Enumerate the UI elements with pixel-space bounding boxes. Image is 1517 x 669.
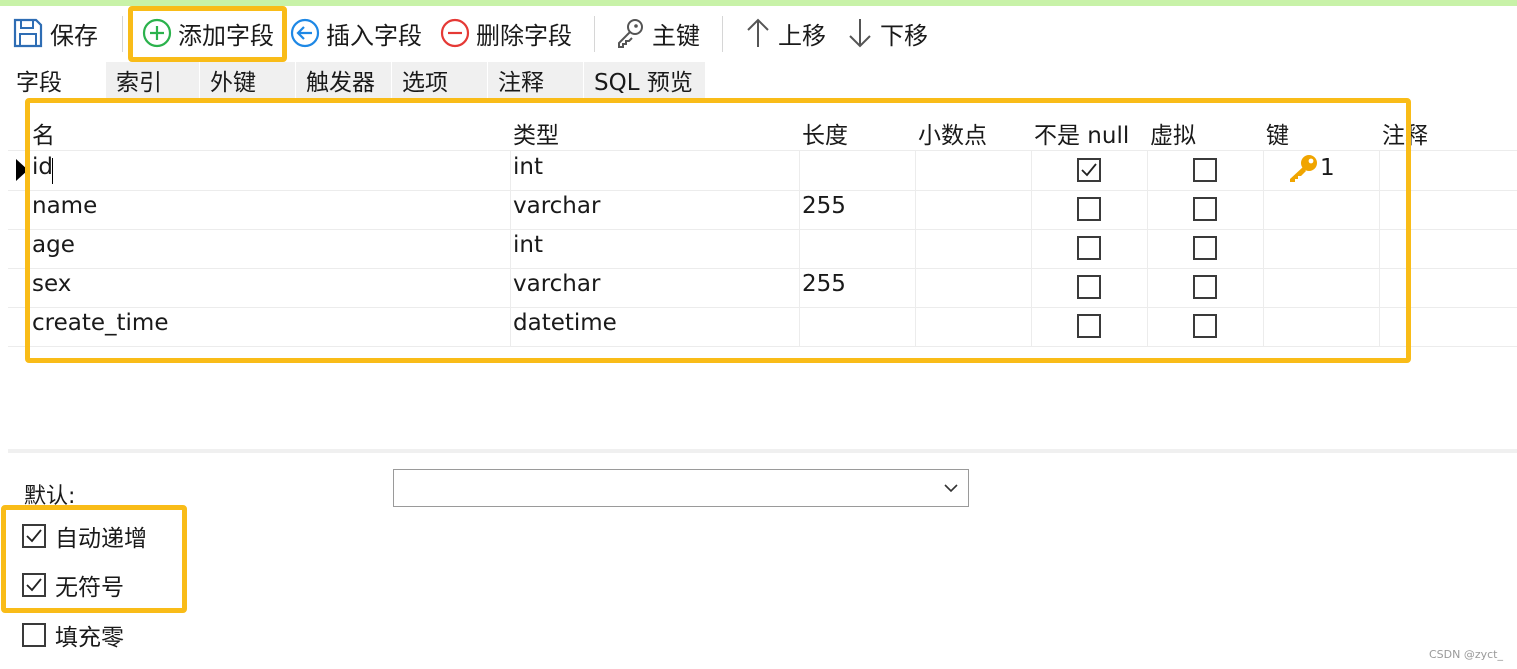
insert-icon	[290, 18, 320, 48]
insert-field-label: 插入字段	[326, 21, 422, 50]
highlight-fields-grid	[25, 98, 1411, 363]
highlight-options	[1, 505, 187, 613]
tab-comment[interactable]: 注释	[488, 62, 584, 98]
primary-key-label: 主键	[652, 21, 700, 50]
save-icon	[13, 18, 43, 48]
zerofill-checkbox[interactable]	[22, 623, 46, 647]
save-button[interactable]: 保存	[12, 12, 98, 54]
tab-options[interactable]: 选项	[392, 62, 488, 98]
toolbar-separator	[722, 16, 723, 52]
delete-icon	[440, 18, 470, 48]
tab-label: 注释	[498, 70, 544, 96]
primary-key-button[interactable]: 主键	[614, 12, 700, 54]
key-icon	[618, 19, 643, 48]
tab-foreign-keys[interactable]: 外键	[200, 62, 296, 98]
tab-bar: 字段 索引 外键 触发器 选项 注释 SQL 预览	[0, 60, 1517, 100]
move-up-button[interactable]: 上移	[744, 12, 826, 54]
tab-triggers[interactable]: 触发器	[296, 62, 392, 98]
tab-label: 字段	[16, 70, 62, 96]
tab-label: 外键	[210, 70, 256, 96]
arrow-down-icon	[849, 19, 871, 48]
highlight-add-field	[128, 6, 287, 62]
zerofill-label: 填充零	[55, 625, 124, 651]
panel-divider[interactable]	[8, 449, 1517, 453]
arrow-up-icon	[747, 18, 769, 47]
toolbar-separator	[122, 16, 123, 52]
insert-field-button[interactable]: 插入字段	[290, 12, 422, 54]
toolbar-separator	[594, 16, 595, 52]
tab-label: 选项	[402, 70, 448, 96]
default-value-select[interactable]	[393, 469, 969, 507]
move-up-label: 上移	[778, 21, 826, 50]
watermark: CSDN @zyct_	[1428, 648, 1503, 661]
save-label: 保存	[50, 21, 98, 50]
delete-field-button[interactable]: 删除字段	[440, 12, 572, 54]
tab-indexes[interactable]: 索引	[106, 62, 200, 98]
tab-label: SQL 预览	[594, 70, 693, 96]
tab-label: 索引	[116, 70, 162, 96]
tab-fields[interactable]: 字段	[6, 60, 106, 100]
chevron-down-icon	[944, 484, 958, 493]
zerofill-option[interactable]: 填充零	[22, 619, 124, 651]
tab-sql-preview[interactable]: SQL 预览	[584, 62, 706, 98]
move-down-label: 下移	[880, 21, 928, 50]
delete-field-label: 删除字段	[476, 21, 572, 50]
move-down-button[interactable]: 下移	[846, 12, 928, 54]
tab-label: 触发器	[306, 70, 375, 96]
